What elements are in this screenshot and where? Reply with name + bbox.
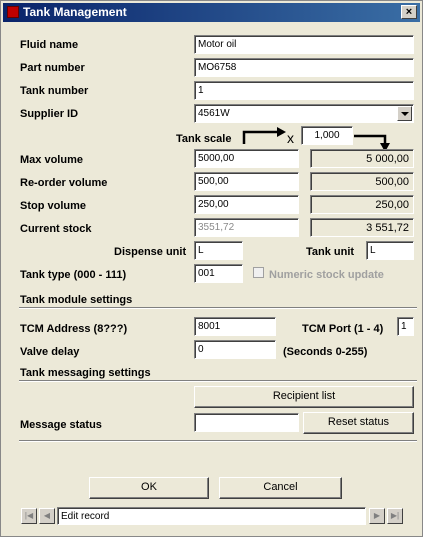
tank-module-divider: [19, 307, 417, 309]
message-status-input[interactable]: [194, 413, 299, 432]
nav-next-button[interactable]: ▶: [369, 508, 385, 524]
numeric-stock-update-label: Numeric stock update: [269, 269, 384, 281]
dispense-unit-label: Dispense unit: [114, 246, 187, 258]
scale-multiply-symbol: x: [287, 130, 294, 146]
current-stock-input: 3551,72: [194, 218, 299, 237]
stop-volume-input[interactable]: 250,00: [194, 195, 299, 214]
reorder-volume-scaled: 500,00: [310, 172, 414, 191]
title-bar[interactable]: Tank Management ×: [3, 3, 420, 22]
close-button[interactable]: ×: [401, 5, 417, 19]
tcm-address-input[interactable]: 8001: [194, 317, 276, 336]
current-stock-label: Current stock: [20, 223, 92, 235]
supplier-id-select[interactable]: 4561W: [194, 104, 414, 123]
footer-divider: [19, 440, 417, 442]
record-status-field: Edit record: [57, 507, 366, 525]
window-title: Tank Management: [23, 5, 127, 19]
max-volume-input[interactable]: 5000,00: [194, 149, 299, 168]
nav-prev-button[interactable]: ◀: [39, 508, 55, 524]
dispense-unit-input[interactable]: L: [194, 241, 243, 260]
tank-number-label: Tank number: [20, 85, 89, 97]
tank-scale-label: Tank scale: [176, 133, 232, 145]
tank-number-input[interactable]: 1: [194, 81, 414, 100]
recipient-list-button[interactable]: Recipient list: [194, 386, 414, 408]
tank-module-heading: Tank module settings: [20, 294, 133, 306]
tcm-address-label: TCM Address (8???): [20, 323, 128, 335]
current-stock-scaled: 3 551,72: [310, 218, 414, 237]
messaging-divider: [19, 380, 417, 382]
max-volume-label: Max volume: [20, 154, 83, 166]
arrow-right-icon: [242, 127, 286, 144]
reorder-volume-label: Re-order volume: [20, 177, 108, 189]
tcm-port-input[interactable]: 1: [397, 317, 414, 336]
tank-type-input[interactable]: 001: [194, 264, 243, 283]
valve-delay-hint: (Seconds 0-255): [283, 346, 368, 358]
part-number-input[interactable]: MO6758: [194, 58, 414, 77]
ok-button[interactable]: OK: [89, 477, 209, 499]
cancel-button[interactable]: Cancel: [219, 477, 342, 499]
valve-delay-label: Valve delay: [20, 346, 80, 358]
nav-first-button[interactable]: |◀: [21, 508, 37, 524]
fluid-name-label: Fluid name: [20, 39, 79, 51]
max-volume-scaled: 5 000,00: [310, 149, 414, 168]
messaging-heading: Tank messaging settings: [20, 367, 151, 379]
tank-management-window: Tank Management × Fluid name Motor oil P…: [0, 0, 423, 537]
valve-delay-input[interactable]: 0: [194, 340, 276, 359]
nav-last-button[interactable]: ▶|: [387, 508, 403, 524]
reset-status-button[interactable]: Reset status: [303, 412, 414, 434]
tank-scale-input[interactable]: 1,000: [301, 126, 353, 145]
supplier-id-label: Supplier ID: [20, 108, 79, 120]
stop-volume-label: Stop volume: [20, 200, 87, 212]
tank-type-label: Tank type (000 - 111): [20, 269, 127, 281]
stop-volume-scaled: 250,00: [310, 195, 414, 214]
fluid-name-input[interactable]: Motor oil: [194, 35, 414, 54]
numeric-stock-update-checkbox[interactable]: [253, 267, 264, 278]
tank-unit-input[interactable]: L: [366, 241, 414, 260]
tank-unit-label: Tank unit: [306, 246, 355, 258]
app-icon: [7, 6, 19, 18]
part-number-label: Part number: [20, 62, 85, 74]
supplier-id-value: 4561W: [198, 108, 230, 119]
tcm-port-label: TCM Port (1 - 4): [302, 323, 384, 335]
chevron-down-icon[interactable]: [397, 106, 412, 121]
reorder-volume-input[interactable]: 500,00: [194, 172, 299, 191]
message-status-label: Message status: [20, 419, 102, 431]
